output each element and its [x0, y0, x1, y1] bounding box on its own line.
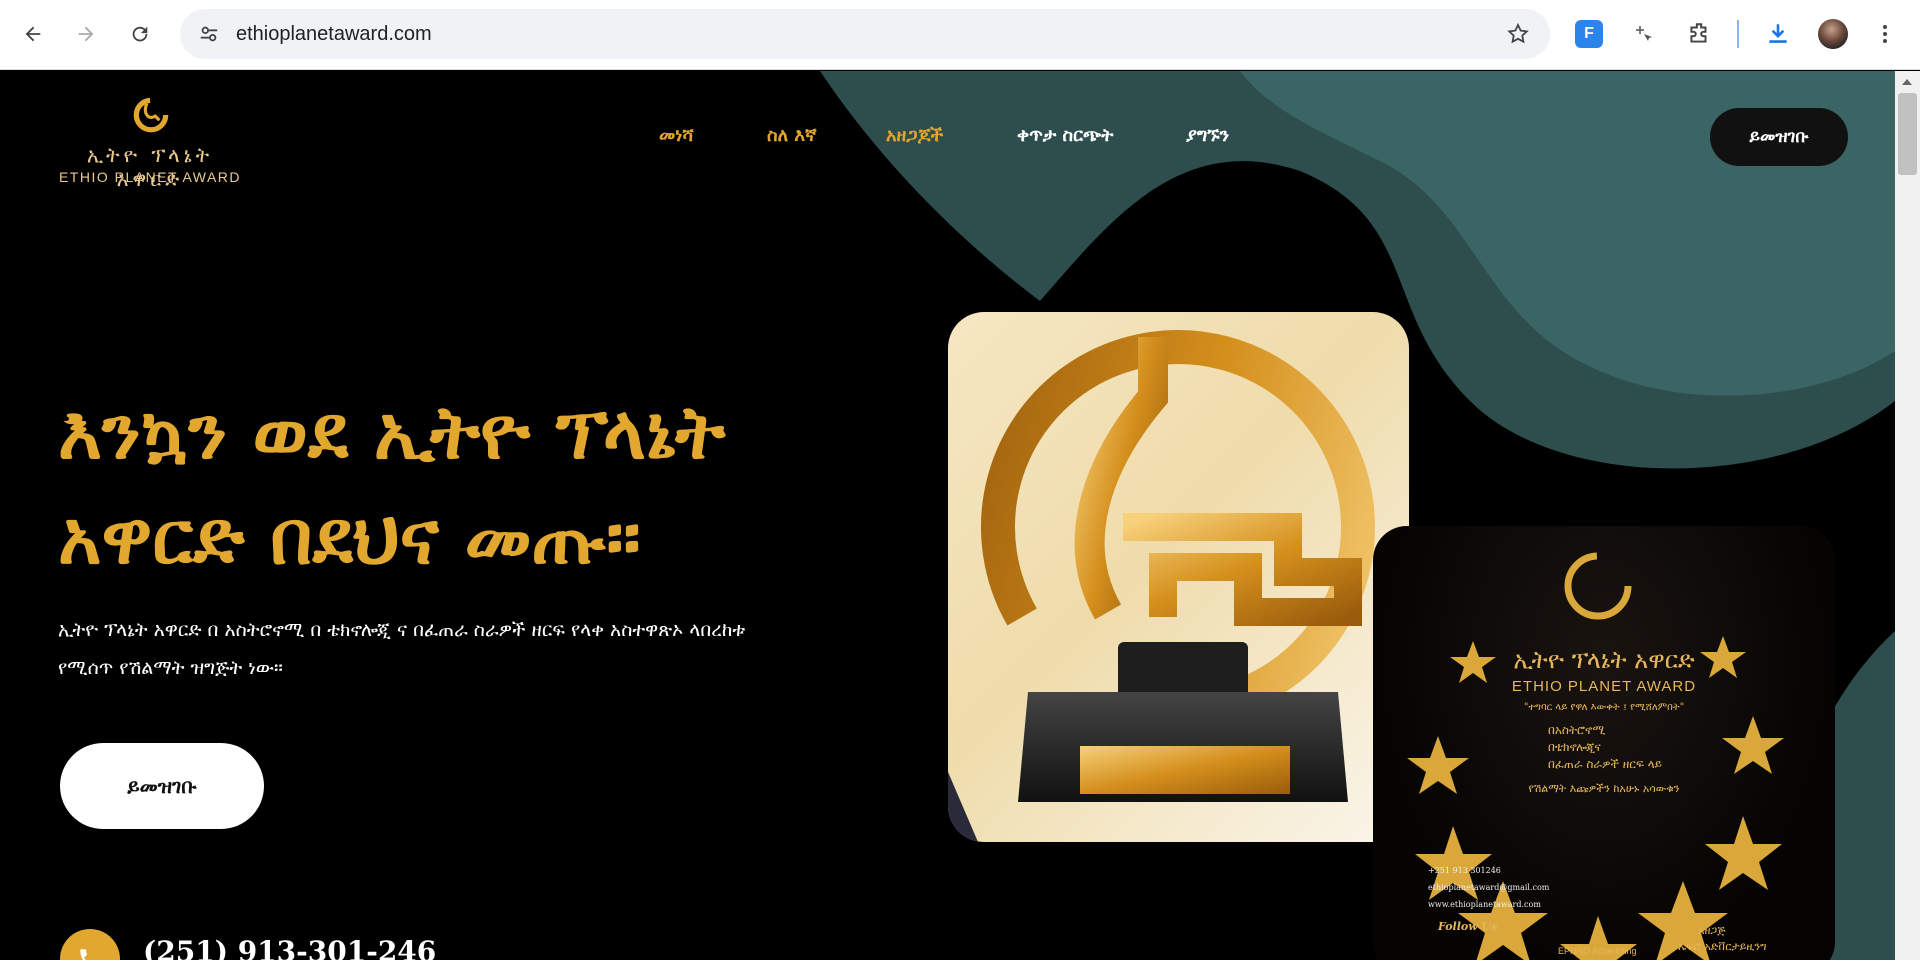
reload-icon: [132, 26, 148, 42]
download-icon: [1769, 24, 1787, 43]
poster-item-2: በቴክኖሎጂና: [1548, 740, 1601, 754]
logo-english-text: ETHIO PLANET AWARD: [58, 169, 242, 185]
hero-subtitle-line2: የሚሰጥ የሽልማት ዝግጅት ነው።: [58, 657, 283, 679]
address-bar[interactable]: ethioplanetaward.com: [180, 9, 1550, 59]
poster-organizer: ኤፍሮ አድቨርታይዚንግ: [1678, 940, 1767, 953]
poster-agency: EPHRO Advertising: [1558, 946, 1637, 956]
more-vert-icon: [1883, 25, 1887, 43]
trophy-image: [948, 312, 1409, 842]
scrollbar-thumb[interactable]: [1898, 93, 1917, 175]
reload-button[interactable]: [121, 15, 159, 53]
hero-title-line2: አዋርድ በደህና መጡ።: [58, 495, 641, 581]
browser-toolbar: ethioplanetaward.com F: [0, 0, 1920, 70]
avatar: [1818, 19, 1848, 49]
extension-translate-button[interactable]: F: [1570, 15, 1608, 53]
arrow-right-icon: [78, 26, 94, 42]
register-button-header[interactable]: ይመዝገቡ: [1710, 108, 1848, 166]
extensions-button[interactable]: [1680, 15, 1718, 53]
cursor-extension-icon: [1636, 26, 1652, 41]
nav-contact[interactable]: ያግኙን: [1186, 125, 1229, 146]
nav-live[interactable]: ቀጥታ ስርጭት: [1017, 125, 1113, 146]
extension-cursor-button[interactable]: [1625, 15, 1663, 53]
poster-organizer-label: አዘጋጅ: [1698, 924, 1726, 937]
hero-title: እንኳን ወደ ኢትዮ ፕላኔት አዋርድ በደህና መጡ።: [58, 381, 878, 591]
forward-button[interactable]: [67, 15, 105, 53]
nav-home[interactable]: መነሻ: [659, 125, 694, 146]
translate-extension-icon: F: [1575, 20, 1603, 48]
hero-title-line1: እንኳን ወደ ኢትዮ ፕላኔት: [58, 390, 726, 476]
logo-emblem-icon: [133, 97, 169, 133]
trophy-illustration: [948, 330, 1375, 842]
award-poster-image: ኢትዮ ፕላኔት አዋርድ ETHIO PLANET AWARD "ተግባር ላ…: [1373, 526, 1835, 960]
toolbar-divider: [1737, 20, 1739, 48]
phone-icon: [80, 949, 87, 960]
poster-phone: +251 913 301246: [1428, 866, 1501, 875]
poster-stars-decoration: [1407, 552, 1784, 960]
menu-button[interactable]: [1866, 15, 1904, 53]
profile-button[interactable]: [1814, 15, 1852, 53]
poster-title-english: ETHIO PLANET AWARD: [1511, 678, 1697, 695]
scroll-up-arrow-icon[interactable]: [1901, 77, 1913, 87]
star-icon[interactable]: [1506, 22, 1530, 46]
page-scrollbar[interactable]: [1895, 71, 1920, 960]
url-text[interactable]: ethioplanetaward.com: [236, 23, 432, 46]
nav-organizers[interactable]: አዘጋጆች: [886, 125, 943, 146]
puzzle-icon: [1690, 23, 1707, 43]
poster-follow: Follow Us: [1438, 920, 1498, 933]
poster-item-1: በአስትሮኖሚ: [1548, 723, 1606, 737]
poster-tagline: "ተግባር ላይ የዋለ እውቀት ፤ የሚሸለምበት": [1523, 702, 1685, 713]
poster-item-3: በፈጠራ ስራዎች ዘርፍ ላይ: [1548, 757, 1663, 771]
web-page: ኢትዮ ፕላኔት አዋርድ ETHIO PLANET AWARD መነሻ ስለ …: [0, 71, 1895, 960]
poster-web: www.ethioplanetaward.com: [1428, 900, 1541, 909]
downloads-button[interactable]: [1759, 15, 1797, 53]
poster-line1: የሽልማት እጩዎችን ከአሁኑ አሳውቁን: [1528, 782, 1680, 795]
tune-icon[interactable]: [198, 23, 220, 45]
arrow-left-icon: [25, 26, 41, 42]
hero-subtitle-line1: ኢትዮ ፕላኔት አዋርድ በ አስትሮኖሚ በ ቴክኖሎጂ ና በፈጠራ ስራ…: [58, 619, 746, 641]
poster-email: ethioplanetaward@gmail.com: [1428, 883, 1550, 892]
register-button-main[interactable]: ይመዝገቡ: [60, 743, 264, 829]
site-logo[interactable]: ኢትዮ ፕላኔት አዋርድ ETHIO PLANET AWARD: [50, 93, 250, 193]
nav-about[interactable]: ስለ እኛ: [767, 125, 817, 146]
phone-number[interactable]: (251) 913-301-246: [143, 935, 436, 960]
back-button[interactable]: [14, 15, 52, 53]
poster-title-amharic: ኢትዮ ፕላኔት አዋርድ: [1513, 646, 1695, 674]
hero-subtitle: ኢትዮ ፕላኔት አዋርድ በ አስትሮኖሚ በ ቴክኖሎጂ ና በፈጠራ ስራ…: [58, 611, 838, 687]
